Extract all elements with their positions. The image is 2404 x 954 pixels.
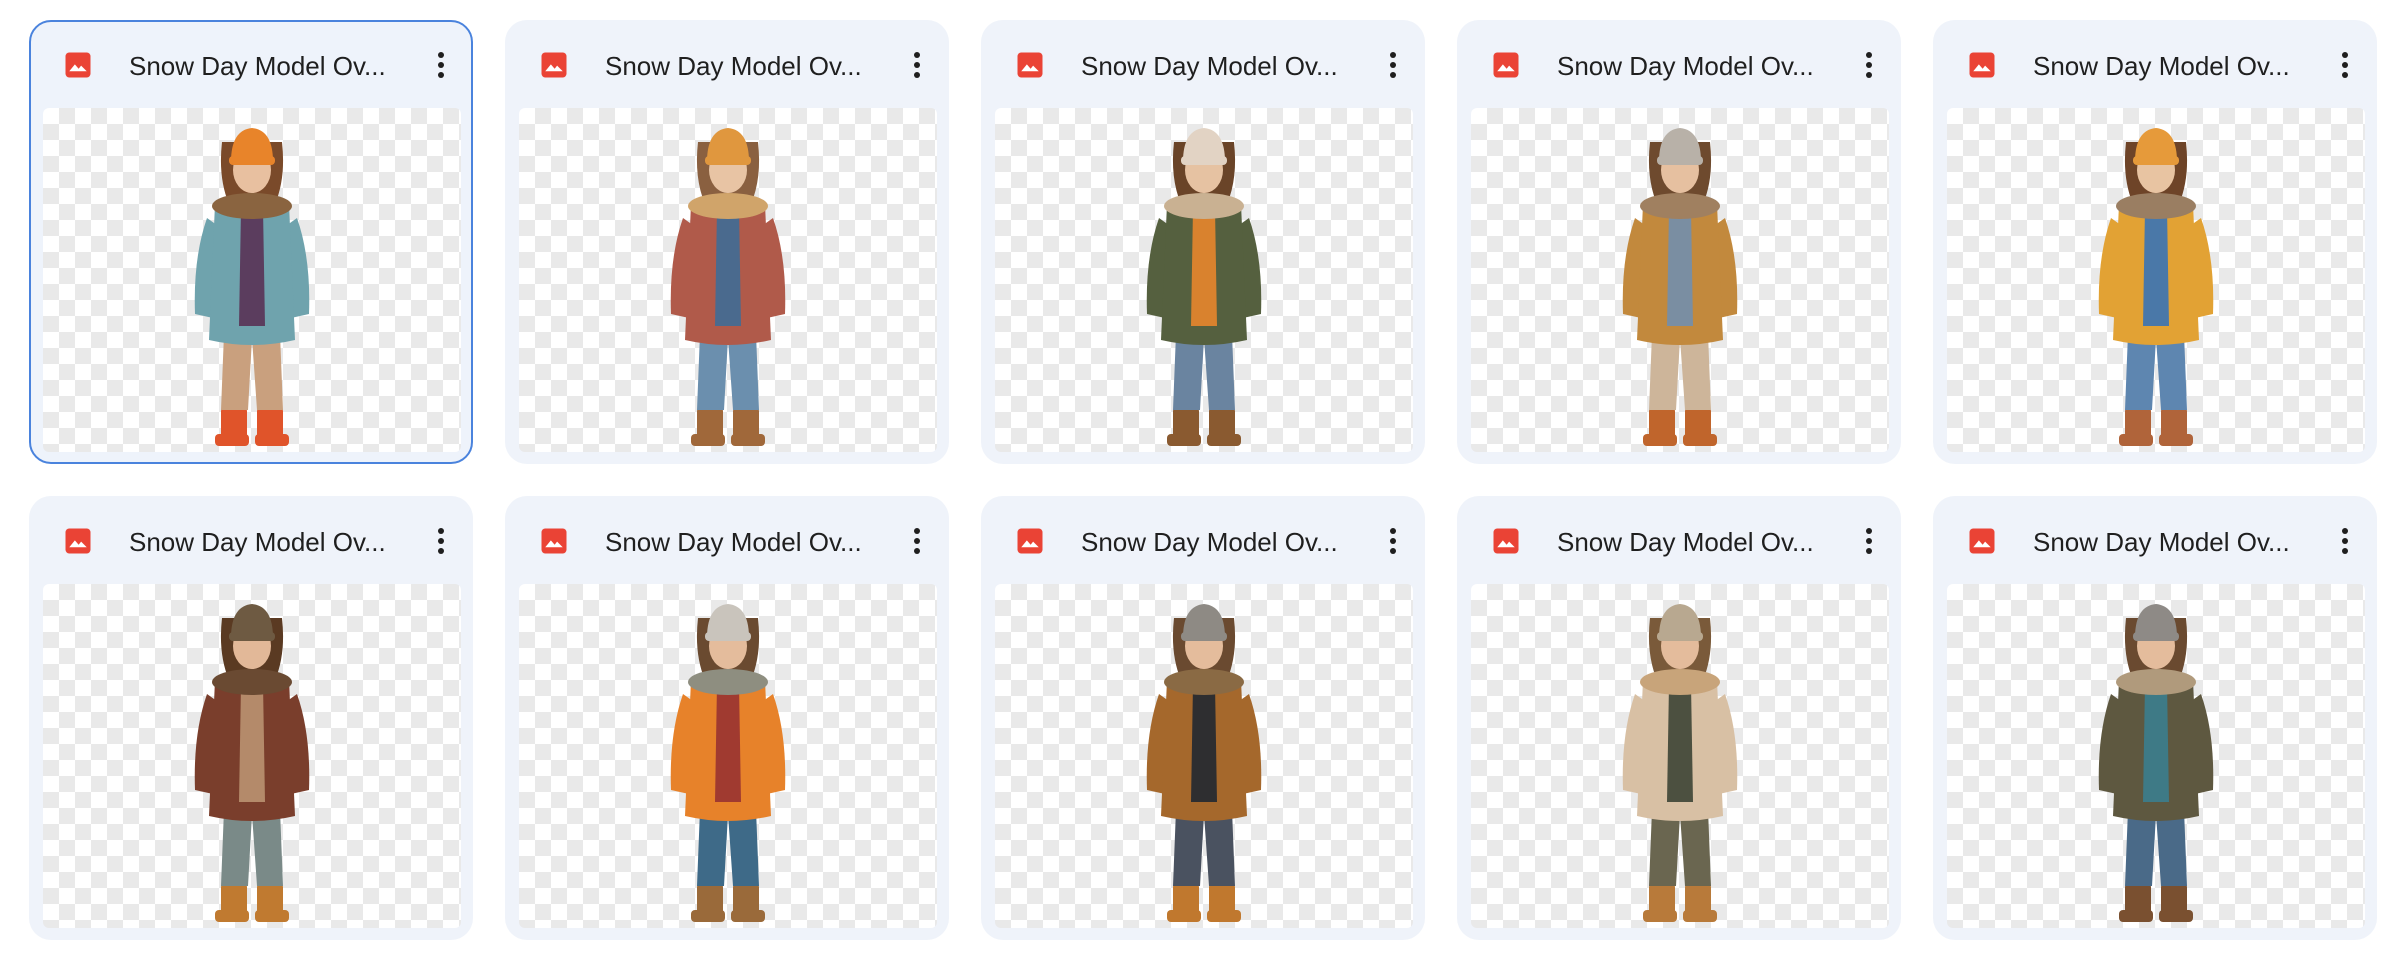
file-card-header: Snow Day Model Ov... (983, 498, 1423, 584)
image-thumbnail[interactable] (43, 108, 461, 452)
image-thumbnail[interactable] (519, 108, 937, 452)
file-card[interactable]: Snow Day Model Ov... (1933, 496, 2377, 940)
image-thumbnail[interactable] (1947, 584, 2365, 928)
more-vert-icon (913, 527, 921, 555)
image-thumbnail[interactable] (995, 584, 1413, 928)
model-figure (670, 604, 786, 922)
image-thumbnail[interactable] (1471, 108, 1889, 452)
file-title[interactable]: Snow Day Model Ov... (1557, 49, 1839, 83)
model-figure (1146, 128, 1262, 446)
model-figure (1622, 128, 1738, 446)
file-card-header: Snow Day Model Ov... (31, 498, 471, 584)
image-file-icon (1015, 526, 1045, 556)
more-actions-button[interactable] (421, 44, 461, 86)
file-card[interactable]: Snow Day Model Ov... (981, 496, 1425, 940)
image-file-icon (63, 50, 93, 80)
model-figure (1622, 604, 1738, 922)
more-actions-button[interactable] (1373, 44, 1413, 86)
file-card-header: Snow Day Model Ov... (983, 22, 1423, 108)
file-title[interactable]: Snow Day Model Ov... (2033, 525, 2315, 559)
image-file-icon (63, 526, 93, 556)
more-actions-button[interactable] (1849, 44, 1889, 86)
file-title[interactable]: Snow Day Model Ov... (605, 49, 887, 83)
more-vert-icon (437, 51, 445, 79)
more-vert-icon (2341, 51, 2349, 79)
model-figure (1146, 604, 1262, 922)
model-figure (194, 128, 310, 446)
file-title[interactable]: Snow Day Model Ov... (129, 525, 411, 559)
file-title[interactable]: Snow Day Model Ov... (2033, 49, 2315, 83)
more-vert-icon (2341, 527, 2349, 555)
image-file-icon (1967, 50, 1997, 80)
file-card-header: Snow Day Model Ov... (507, 498, 947, 584)
file-card[interactable]: Snow Day Model Ov... (1457, 20, 1901, 464)
more-vert-icon (1389, 51, 1397, 79)
file-card-header: Snow Day Model Ov... (31, 22, 471, 108)
more-actions-button[interactable] (2325, 520, 2365, 562)
file-title[interactable]: Snow Day Model Ov... (1081, 49, 1363, 83)
file-card[interactable]: Snow Day Model Ov... (29, 496, 473, 940)
file-title[interactable]: Snow Day Model Ov... (1081, 525, 1363, 559)
file-card[interactable]: Snow Day Model Ov... (505, 496, 949, 940)
file-grid: Snow Day Model Ov... Snow Day Model Ov...… (0, 0, 2404, 954)
file-card[interactable]: Snow Day Model Ov... (981, 20, 1425, 464)
model-figure (670, 128, 786, 446)
more-vert-icon (913, 51, 921, 79)
image-thumbnail[interactable] (43, 584, 461, 928)
image-file-icon (539, 526, 569, 556)
image-file-icon (1967, 526, 1997, 556)
image-thumbnail[interactable] (1471, 584, 1889, 928)
file-card[interactable]: Snow Day Model Ov... (505, 20, 949, 464)
file-card[interactable]: Snow Day Model Ov... (1457, 496, 1901, 940)
image-file-icon (1491, 526, 1521, 556)
image-thumbnail[interactable] (995, 108, 1413, 452)
more-vert-icon (1865, 527, 1873, 555)
image-file-icon (1015, 50, 1045, 80)
file-card-header: Snow Day Model Ov... (1935, 22, 2375, 108)
file-card[interactable]: Snow Day Model Ov... (29, 20, 473, 464)
image-file-icon (539, 50, 569, 80)
model-figure (194, 604, 310, 922)
file-card-header: Snow Day Model Ov... (1459, 22, 1899, 108)
more-actions-button[interactable] (897, 44, 937, 86)
file-card-header: Snow Day Model Ov... (1459, 498, 1899, 584)
file-title[interactable]: Snow Day Model Ov... (605, 525, 887, 559)
model-figure (2098, 604, 2214, 922)
image-thumbnail[interactable] (519, 584, 937, 928)
more-actions-button[interactable] (1849, 520, 1889, 562)
more-vert-icon (1865, 51, 1873, 79)
file-card[interactable]: Snow Day Model Ov... (1933, 20, 2377, 464)
file-title[interactable]: Snow Day Model Ov... (129, 49, 411, 83)
file-card-header: Snow Day Model Ov... (507, 22, 947, 108)
more-vert-icon (1389, 527, 1397, 555)
more-actions-button[interactable] (2325, 44, 2365, 86)
model-figure (2098, 128, 2214, 446)
file-card-header: Snow Day Model Ov... (1935, 498, 2375, 584)
more-actions-button[interactable] (897, 520, 937, 562)
more-actions-button[interactable] (421, 520, 461, 562)
image-file-icon (1491, 50, 1521, 80)
file-title[interactable]: Snow Day Model Ov... (1557, 525, 1839, 559)
image-thumbnail[interactable] (1947, 108, 2365, 452)
more-vert-icon (437, 527, 445, 555)
more-actions-button[interactable] (1373, 520, 1413, 562)
